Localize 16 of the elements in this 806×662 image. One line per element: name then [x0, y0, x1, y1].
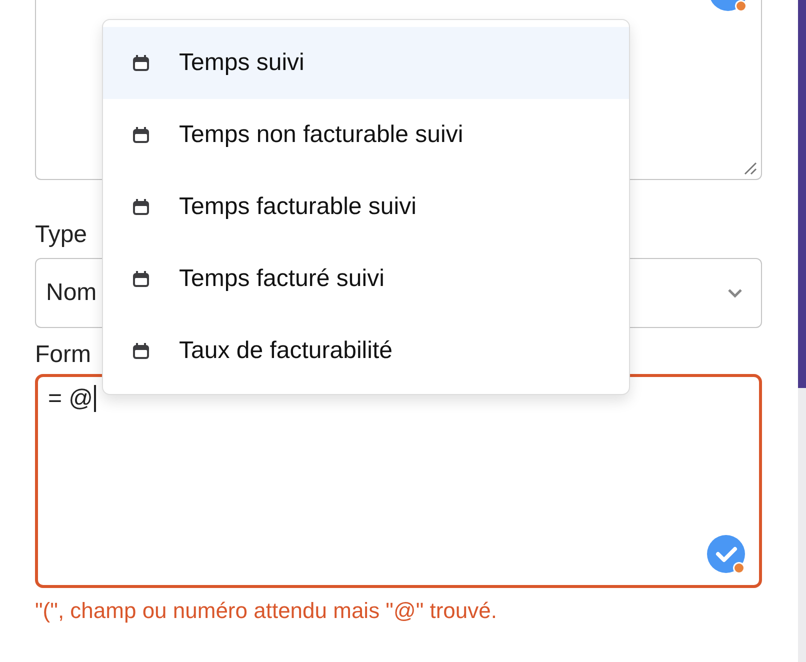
- menu-item[interactable]: Temps suivi: [103, 27, 629, 99]
- menu-item[interactable]: Taux de facturabilité: [103, 315, 629, 387]
- menu-item[interactable]: Temps facturé suivi: [103, 243, 629, 315]
- calendar-icon: [131, 197, 151, 217]
- field-label: Type: [35, 220, 88, 250]
- calendar-icon: [131, 125, 151, 145]
- menu-item[interactable]: Temps non facturable suivi: [103, 99, 629, 171]
- resize-handle-icon[interactable]: [743, 161, 757, 175]
- menu-item[interactable]: Temps facturable suivi: [103, 171, 629, 243]
- calendar-icon: [131, 341, 151, 361]
- chevron-down-icon: [727, 288, 743, 298]
- calendar-icon: [131, 269, 151, 289]
- field-label: Form: [35, 340, 91, 370]
- error-message: "(", champ ou numéro attendu mais "@" trouvé.: [35, 598, 497, 624]
- check-badge-icon: [707, 535, 747, 575]
- calendar-icon: [131, 53, 151, 73]
